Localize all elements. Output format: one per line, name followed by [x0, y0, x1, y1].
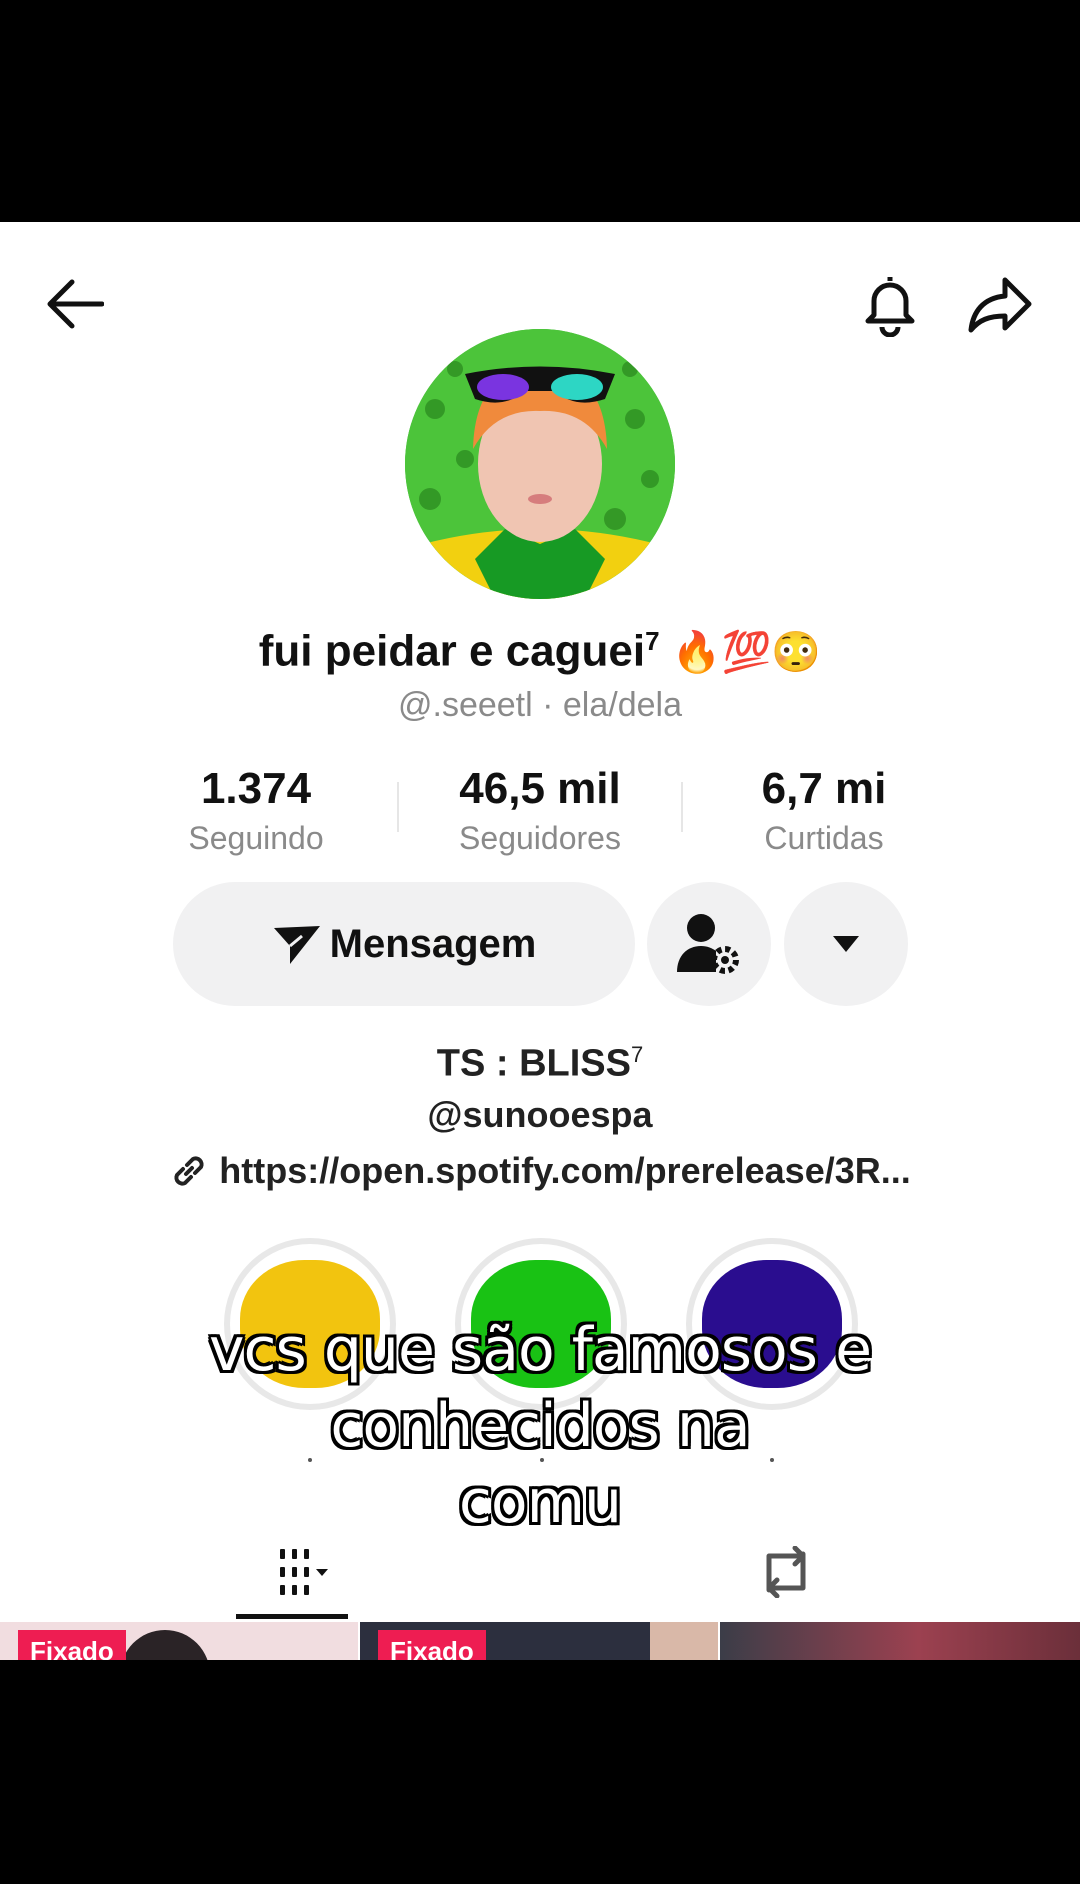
video-caption-overlay: vcs que são famosos e conhecidos na comu	[0, 1312, 1080, 1540]
stat-label: Seguindo	[188, 820, 324, 856]
tab-reposts[interactable]	[730, 1532, 842, 1612]
caption-line: vcs que são famosos e	[209, 1315, 872, 1385]
thumbnail-image	[650, 1622, 718, 1660]
stat-label: Curtidas	[764, 820, 884, 856]
stat-label: Seguidores	[459, 820, 621, 856]
active-tab-indicator	[236, 1614, 348, 1619]
name-emojis: 🔥💯😳	[671, 630, 822, 675]
repost-icon	[766, 1546, 806, 1598]
caption-line: comu	[458, 1467, 622, 1537]
bio-line-1-text: TS : BLISS	[436, 1042, 631, 1085]
message-button-label: Mensagem	[329, 921, 537, 966]
thumbnail-image	[120, 1630, 210, 1660]
bio-line-2: @sunooespa	[427, 1094, 653, 1135]
share-icon[interactable]	[962, 266, 1038, 342]
display-name-superscript: 7	[645, 626, 660, 656]
caret-down-icon	[833, 936, 859, 952]
grid-icon	[280, 1549, 328, 1595]
caption-line: conhecidos na	[330, 1391, 750, 1461]
more-options-dropdown[interactable]	[784, 882, 908, 1006]
stat-value: 1.374	[200, 764, 312, 813]
tab-videos[interactable]	[236, 1532, 348, 1612]
video-thumbnail[interactable]	[720, 1622, 1080, 1660]
bell-icon[interactable]	[852, 266, 928, 342]
username-pronouns: @.seeetl · ela/dela	[397, 686, 682, 724]
send-icon	[273, 926, 320, 964]
friend-settings-button[interactable]	[647, 882, 771, 1006]
link-icon	[174, 1156, 204, 1186]
bio-line-1: TS : BLISS7	[0, 1042, 1080, 1086]
stat-following[interactable]: 1.374 Seguindo	[126, 764, 386, 857]
stat-likes[interactable]: 6,7 mi Curtidas	[694, 764, 954, 857]
display-name-text: fui peidar e caguei	[258, 626, 646, 676]
user-gear-icon	[677, 914, 739, 974]
bio-link-text: https://open.spotify.com/prerelease/3R..…	[219, 1150, 911, 1191]
bio-superscript: 7	[630, 1042, 644, 1067]
pinned-badge: Fixado	[378, 1630, 486, 1660]
back-arrow-icon[interactable]	[36, 266, 112, 342]
stat-divider	[397, 782, 399, 832]
video-thumbnail[interactable]: Fixado	[0, 1622, 358, 1660]
bio-link[interactable]: https://open.spotify.com/prerelease/3R..…	[0, 1150, 1080, 1192]
display-name: fui peidar e caguei7 🔥💯😳	[0, 626, 1080, 677]
pinned-badge: Fixado	[18, 1630, 126, 1660]
stat-value: 46,5 mil	[459, 764, 621, 813]
profile-screen: fui peidar e caguei7 🔥💯😳 @.seeetl · ela/…	[0, 222, 1080, 1660]
stat-followers[interactable]: 46,5 mil Seguidores	[410, 764, 670, 857]
avatar[interactable]	[405, 329, 675, 599]
stat-divider	[681, 782, 683, 832]
message-button[interactable]: Mensagem	[173, 882, 635, 1006]
video-thumbnail[interactable]: Fixado	[360, 1622, 718, 1660]
stat-value: 6,7 mi	[761, 764, 887, 813]
